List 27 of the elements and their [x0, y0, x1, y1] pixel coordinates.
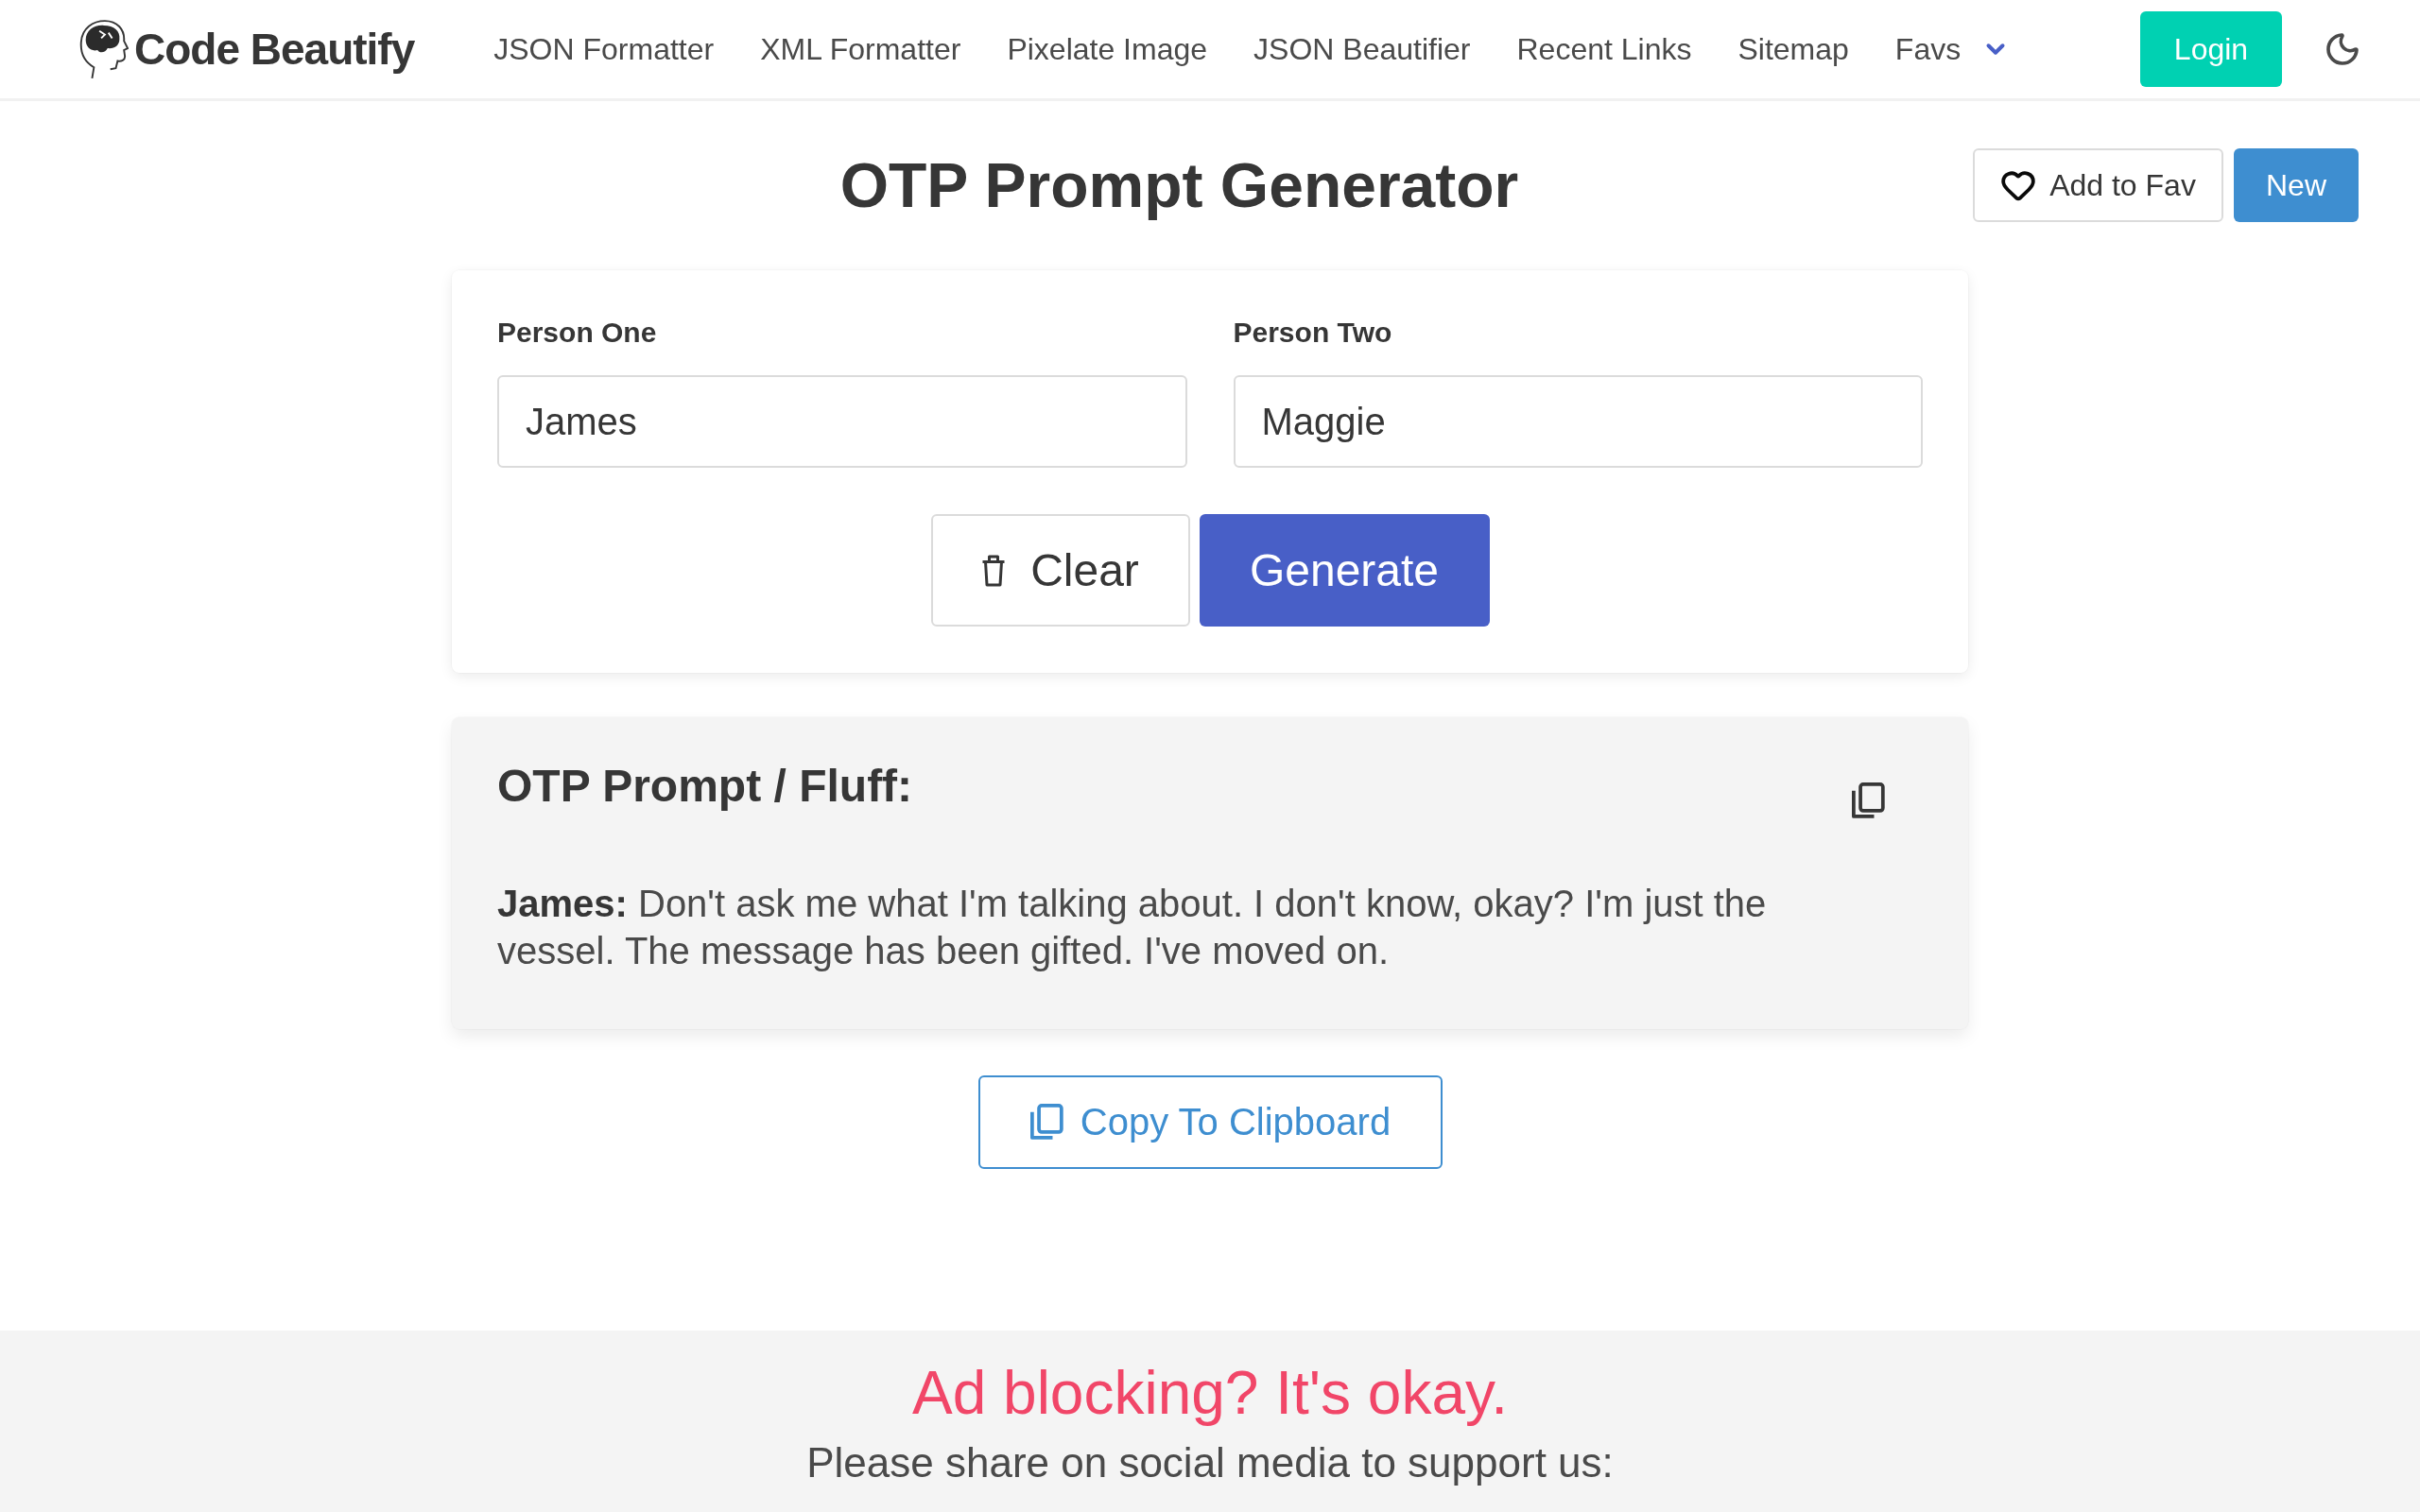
moon-icon[interactable] [2324, 30, 2361, 68]
text-input[interactable]: James [497, 375, 1187, 468]
nav-link[interactable]: Recent Links [1516, 31, 1692, 67]
nav-link[interactable]: XML Formatter [760, 31, 961, 67]
add-to-fav-button[interactable]: Add to Fav [1973, 148, 2223, 222]
new-button[interactable]: New [2234, 148, 2359, 222]
field-label: Person Two [1233, 316, 1393, 350]
field-label: Person One [497, 316, 658, 350]
logo-text[interactable]: Code Beautify [134, 24, 415, 75]
text-input[interactable]: Maggie [1233, 375, 1923, 468]
head-brain-icon [78, 17, 129, 81]
trash-icon [981, 554, 1007, 587]
clear-button[interactable]: Clear [930, 514, 1190, 627]
nav-link[interactable]: Pixelate Image [1007, 31, 1208, 67]
result-title: OTP Prompt / Fluff: [497, 760, 913, 813]
footer-text: Please share on social media to support us: [806, 1438, 1614, 1487]
footer-heading: Ad blocking? It's okay. [912, 1358, 1508, 1429]
copy-to-clipboard-button[interactable]: Copy To Clipboard [977, 1074, 1443, 1169]
result-text: James: Don't ask me what I'm talking about. I don't know, okay? I'm just the vessel. The message has been gifted. I've moved on. [497, 881, 1768, 973]
nav-link[interactable]: JSON Beautifier [1253, 31, 1471, 67]
copy-icon[interactable] [1851, 782, 1885, 819]
nav-link[interactable]: JSON Formatter [493, 31, 715, 67]
copy-icon [1028, 1103, 1063, 1141]
nav-link[interactable]: Sitemap [1737, 31, 1849, 67]
generate-button[interactable]: Generate [1199, 514, 1490, 627]
page-title: OTP Prompt Generator [839, 149, 1519, 221]
nav-link[interactable]: Favs [1894, 31, 1962, 67]
